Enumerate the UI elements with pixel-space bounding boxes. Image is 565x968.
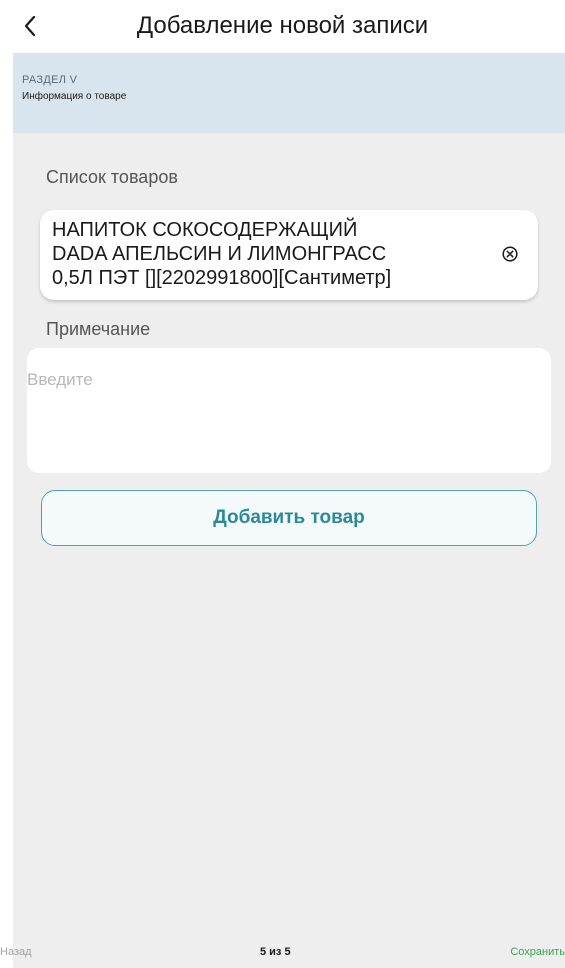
- note-field[interactable]: [27, 348, 551, 473]
- note-label: Примечание: [46, 319, 151, 339]
- product-name-line-2: DADA АПЕЛЬСИН И ЛИМОНГРАСС: [52, 243, 387, 265]
- section-subtitle: Информация о товаре: [22, 91, 127, 102]
- product-name-line-1: НАПИТОК СОКОСОДЕРЖАЩИЙ: [52, 219, 358, 241]
- remove-product-button[interactable]: [500, 244, 520, 264]
- save-link[interactable]: Сохранить: [510, 946, 565, 958]
- page-title: Добавление новой записи: [136, 12, 429, 39]
- footer-back-link[interactable]: Назад: [0, 946, 32, 958]
- form-body: Список товаров НАПИТОК СОКОСОДЕРЖАЩИЙ DA…: [0, 133, 565, 968]
- bottom-bar: Назад 5 из 5 Сохранить: [0, 936, 565, 968]
- chevron-left-icon: [24, 15, 36, 37]
- section-banner: РАЗДЕЛ V Информация о товаре: [13, 53, 565, 133]
- add-product-button[interactable]: Добавить товар: [41, 490, 537, 546]
- top-header: Добавление новой записи: [0, 0, 565, 52]
- back-button[interactable]: [12, 8, 48, 44]
- product-chip[interactable]: НАПИТОК СОКОСОДЕРЖАЩИЙ DADA АПЕЛЬСИН И Л…: [40, 210, 538, 300]
- product-name-line-3: 0,5Л ПЭТ [][2202991800][Сантиметр]: [52, 267, 392, 289]
- section-label: РАЗДЕЛ V: [22, 74, 78, 86]
- close-circle-icon: [502, 246, 518, 262]
- page-indicator: 5 из 5: [260, 946, 291, 958]
- products-label: Список товаров: [46, 167, 178, 187]
- app-screen: Добавление новой записи РАЗДЕЛ V Информа…: [0, 0, 565, 968]
